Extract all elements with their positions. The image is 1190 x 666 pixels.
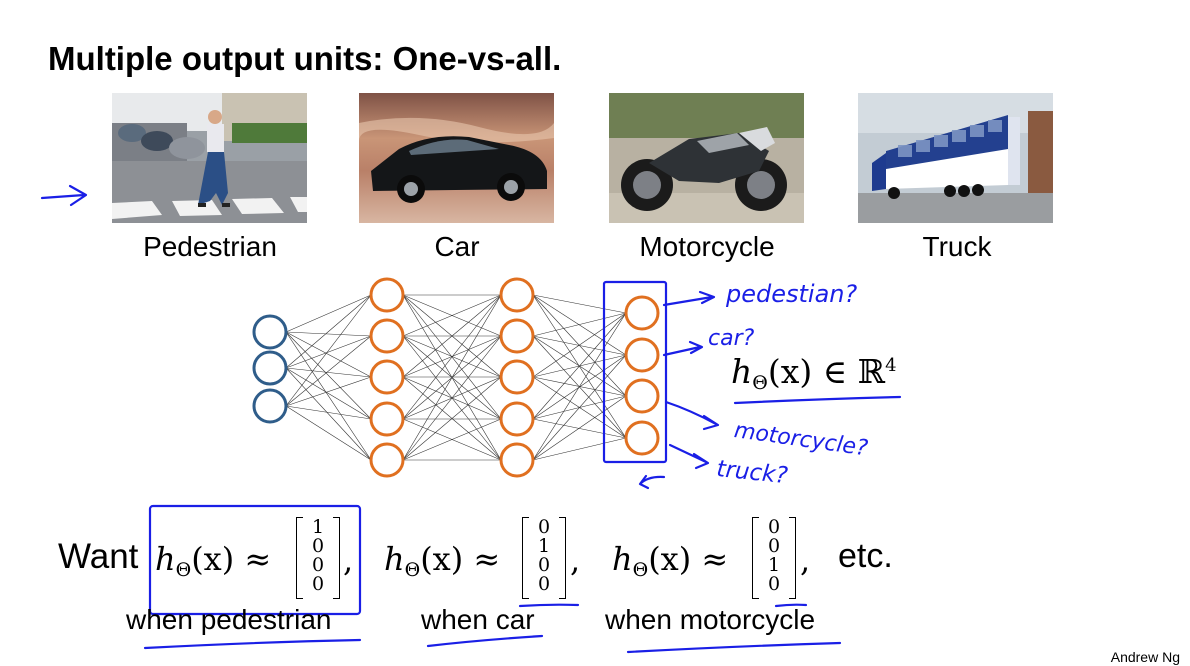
underline-when-motorcycle — [626, 641, 842, 654]
network-edge — [532, 354, 627, 461]
hidden-node — [499, 401, 535, 437]
comma-2: , — [570, 541, 581, 579]
arrow-to-motorcycle — [664, 400, 720, 431]
when-pedestrian: when pedestrian — [126, 604, 332, 635]
output-vector-pedestrian: 1 0 0 0 — [296, 517, 340, 599]
hidden-node — [499, 277, 535, 313]
hidden-node — [369, 359, 405, 395]
etc-label: etc. — [838, 537, 893, 575]
input-arrow — [40, 184, 88, 207]
network-edge — [285, 331, 372, 461]
output-node — [624, 420, 660, 456]
output-vector-car: 0 1 0 0 — [522, 517, 566, 599]
network-edge — [285, 294, 372, 333]
network-edge — [285, 294, 372, 369]
output-node — [624, 337, 660, 373]
hidden-node — [369, 277, 405, 313]
hidden-node — [369, 318, 405, 354]
network-edge — [285, 331, 372, 378]
hidden-node — [499, 318, 535, 354]
hypothesis-approx-1: hΘ(x) ≈ — [155, 540, 272, 581]
arrow-to-truck — [668, 443, 710, 470]
network-edge — [532, 437, 627, 461]
hidden-node — [369, 401, 405, 437]
arrow-to-pedestian — [662, 290, 716, 307]
hidden-node — [499, 359, 535, 395]
network-edge — [285, 331, 372, 337]
hypothesis-underline — [733, 395, 902, 405]
network-edge — [285, 405, 372, 420]
want-label: Want — [58, 537, 139, 576]
hidden-node — [499, 442, 535, 478]
comma-3: , — [800, 541, 811, 579]
loop-mark — [638, 474, 666, 490]
input-node — [252, 388, 288, 424]
when-motorcycle: when motorcycle — [605, 604, 816, 635]
input-node — [252, 350, 288, 386]
input-node — [252, 314, 288, 350]
network-edge — [285, 376, 372, 407]
author-name: Andrew Ng — [1110, 649, 1180, 665]
underline-when-pedestrian — [143, 638, 362, 650]
when-car: when car — [421, 604, 535, 635]
arrow-to-car — [662, 340, 704, 357]
network-edge — [285, 294, 372, 407]
handwritten-car: car? — [708, 326, 755, 351]
network-edge — [532, 335, 627, 356]
hidden-node — [369, 442, 405, 478]
underline-when-car — [426, 634, 544, 648]
network-edge — [532, 395, 627, 461]
handwritten-pedestian: pedestian? — [726, 280, 858, 308]
comma-1: , — [343, 541, 354, 579]
output-vector-motorcycle: 0 0 1 0 — [752, 517, 796, 599]
hypothesis-approx-2: hΘ(x) ≈ — [384, 540, 501, 581]
output-node — [624, 378, 660, 414]
hypothesis-approx-3: hΘ(x) ≈ — [612, 540, 729, 581]
output-node — [624, 295, 660, 331]
hypothesis-formula: hΘ(x) ∈ ℝ4 — [731, 352, 897, 394]
network-edge — [285, 335, 372, 369]
network-edge — [532, 312, 627, 420]
